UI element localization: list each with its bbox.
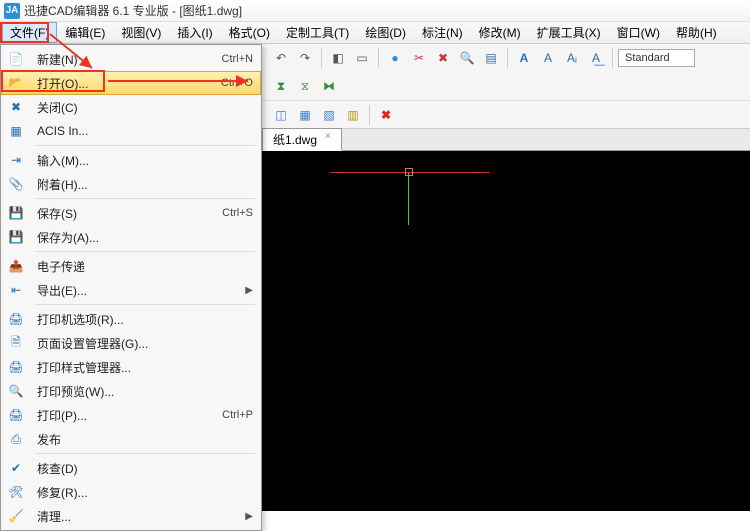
menu-edit[interactable]: 编辑(E) [57,22,113,43]
menu-annotate[interactable]: 标注(N) [414,22,471,43]
filter-list-icon[interactable]: ⧓ [318,75,340,97]
separator [321,48,322,68]
ucs-origin-icon [405,168,413,176]
menu-format[interactable]: 格式(O) [221,22,278,43]
file-menu-dropdown: 📄 新建(N) Ctrl+N 📂 打开(O)... Ctrl+O ✖ 关闭(C)… [0,44,262,531]
menu-item-printer-options[interactable]: 🖨 打印机选项(R)... [1,307,261,331]
text-a-icon[interactable]: A [537,47,559,69]
text-style-combo[interactable]: Standard [618,49,695,67]
publish-icon: ⎙ [7,430,25,448]
layer-tool-icon[interactable]: ▥ [342,104,364,126]
menu-file[interactable]: 文件(F) [2,22,57,43]
delete-icon[interactable]: ✖ [432,47,454,69]
menu-item-print[interactable]: 🖨 打印(P)... Ctrl+P [1,403,261,427]
tool-icon[interactable]: ▭ [351,47,373,69]
tab-close-icon[interactable]: × [325,132,335,142]
menu-item-attach[interactable]: 📎 附着(H)... [1,172,261,196]
print-icon: 🖨 [7,406,25,424]
new-file-icon: 📄 [7,50,25,68]
menu-separator [35,145,255,146]
title-bar: JA 迅捷CAD编辑器 6.1 专业版 - [图纸1.dwg] [0,0,750,22]
menu-item-acis[interactable]: ▦ ACIS In... [1,119,261,143]
menu-item-recover[interactable]: 🛠 修复(R)... [1,480,261,504]
separator [369,105,370,125]
menu-modify[interactable]: 修改(M) [471,22,529,43]
undo-icon[interactable]: ↶ [270,47,292,69]
menu-separator [35,198,255,199]
menu-window[interactable]: 窗口(W) [609,22,668,43]
menu-item-import[interactable]: ⇥ 输入(M)... [1,148,261,172]
close-red-icon[interactable]: ✖ [375,104,397,126]
audit-icon: ✔ [7,459,25,477]
text-tool-icon[interactable]: A͟ [585,47,607,69]
open-file-icon: 📂 [7,74,25,92]
export-icon: ⇤ [7,281,25,299]
attach-icon: 📎 [7,175,25,193]
layer-tool-icon[interactable]: ▧ [318,104,340,126]
app-logo-icon: JA [4,3,20,19]
close-file-icon: ✖ [7,98,25,116]
import-icon: ⇥ [7,151,25,169]
separator [507,48,508,68]
etransmit-icon: 📤 [7,257,25,275]
print-preview-icon: 🔍 [7,382,25,400]
acis-icon: ▦ [7,122,25,140]
redo-icon[interactable]: ↷ [294,47,316,69]
document-tab[interactable]: 纸1.dwg × [262,128,342,151]
menu-ext-tools[interactable]: 扩展工具(X) [529,22,609,43]
separator [378,48,379,68]
menu-item-print-style[interactable]: 🖨 打印样式管理器... [1,355,261,379]
menu-item-etransmit[interactable]: 📤 电子传递 [1,254,261,278]
recover-icon: 🛠 [7,483,25,501]
window-title: 迅捷CAD编辑器 6.1 专业版 - [图纸1.dwg] [24,2,242,19]
tool-icon[interactable]: ● [384,47,406,69]
filter-icon[interactable]: ⧗ [270,75,292,97]
menu-item-close[interactable]: ✖ 关闭(C) [1,95,261,119]
save-icon: 💾 [7,204,25,222]
menu-draw[interactable]: 绘图(D) [357,22,414,43]
print-style-icon: 🖨 [7,358,25,376]
menu-item-purge[interactable]: 🧹 清理... ▶ [1,504,261,528]
menu-item-page-setup[interactable]: 🗎 页面设置管理器(G)... [1,331,261,355]
property-icon[interactable]: ▤ [480,47,502,69]
cut-icon[interactable]: ✂ [408,47,430,69]
filter-on-icon[interactable]: ⧖ [294,75,316,97]
ucs-y-axis [408,173,409,225]
search-icon[interactable]: 🔍 [456,47,478,69]
menu-item-new[interactable]: 📄 新建(N) Ctrl+N [1,47,261,71]
layer-tool-icon[interactable]: ◫ [270,104,292,126]
save-as-icon: 💾 [7,228,25,246]
submenu-arrow-icon: ▶ [245,285,253,296]
separator [612,48,613,68]
menu-separator [35,251,255,252]
text-style-a-icon[interactable]: A [513,47,535,69]
menu-item-save[interactable]: 💾 保存(S) Ctrl+S [1,201,261,225]
menu-view[interactable]: 视图(V) [113,22,169,43]
tab-label: 纸1.dwg [273,133,317,147]
menu-separator [35,304,255,305]
menu-help[interactable]: 帮助(H) [668,22,725,43]
menu-item-save-as[interactable]: 💾 保存为(A)... [1,225,261,249]
printer-options-icon: 🖨 [7,310,25,328]
layer-tool-icon[interactable]: ▦ [294,104,316,126]
menu-item-export[interactable]: ⇤ 导出(E)... ▶ [1,278,261,302]
purge-icon: 🧹 [7,507,25,525]
menu-item-print-preview[interactable]: 🔍 打印预览(W)... [1,379,261,403]
menu-item-publish[interactable]: ⎙ 发布 [1,427,261,451]
menu-bar: 文件(F) 编辑(E) 视图(V) 插入(I) 格式(O) 定制工具(T) 绘图… [0,22,750,44]
menu-item-open[interactable]: 📂 打开(O)... Ctrl+O [1,71,261,95]
text-small-a-icon[interactable]: Aᵢ [561,47,583,69]
menu-insert[interactable]: 插入(I) [169,22,220,43]
submenu-arrow-icon: ▶ [245,511,253,522]
menu-custom-tools[interactable]: 定制工具(T) [278,22,357,43]
menu-item-audit[interactable]: ✔ 核查(D) [1,456,261,480]
page-setup-icon: 🗎 [7,334,25,352]
tool-icon[interactable]: ◧ [327,47,349,69]
menu-separator [35,453,255,454]
